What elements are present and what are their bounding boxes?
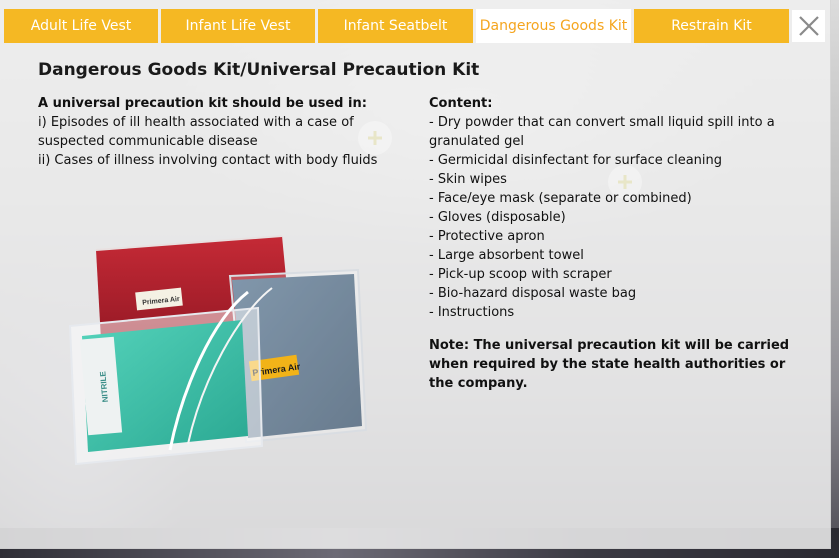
tab-infant-life-vest[interactable]: Infant Life Vest (161, 9, 315, 43)
kit-tabs: Adult Life Vest Infant Life Vest Infant … (4, 9, 792, 43)
usage-heading: A universal precaution kit should be use… (38, 96, 367, 111)
content-list: - Dry powder that can convert small liqu… (429, 113, 814, 322)
tab-restrain-kit[interactable]: Restrain Kit (634, 9, 789, 43)
list-item: - Skin wipes (429, 172, 507, 187)
list-item: - Pick-up scoop with scraper (429, 267, 612, 282)
page-title: Dangerous Goods Kit/Universal Precaution… (38, 60, 480, 80)
list-item: - Bio-hazard disposal waste bag (429, 286, 637, 301)
tab-dangerous-goods-kit[interactable]: Dangerous Goods Kit (476, 9, 631, 43)
list-item: - Protective apron (429, 229, 545, 244)
precaution-kit-image: Primera Air NITRILE Primera Air (68, 235, 368, 466)
usage-section: A universal precaution kit should be use… (38, 94, 398, 170)
list-item: - Face/eye mask (separate or combined) (429, 191, 692, 206)
tab-infant-seatbelt[interactable]: Infant Seatbelt (318, 9, 473, 43)
tab-adult-life-vest[interactable]: Adult Life Vest (4, 9, 158, 43)
close-button[interactable] (792, 10, 825, 42)
list-item: - Germicidal disinfectant for surface cl… (429, 153, 723, 168)
content-section: Content: - Dry powder that can convert s… (429, 94, 814, 393)
list-item: - Instructions (429, 305, 515, 320)
close-icon (798, 16, 819, 36)
note-text: Note: The universal precaution kit will … (429, 338, 790, 391)
list-item: - Large absorbent towel (429, 248, 584, 263)
list-item: - Dry powder that can convert small liqu… (429, 115, 775, 149)
list-item: - Gloves (disposable) (429, 210, 566, 225)
kit-info-modal: Adult Life Vest Infant Life Vest Infant … (0, 0, 831, 549)
usage-line: ii) Cases of illness involving contact w… (38, 153, 378, 168)
usage-line: i) Episodes of ill health associated wit… (38, 115, 354, 149)
content-heading: Content: (429, 96, 493, 111)
